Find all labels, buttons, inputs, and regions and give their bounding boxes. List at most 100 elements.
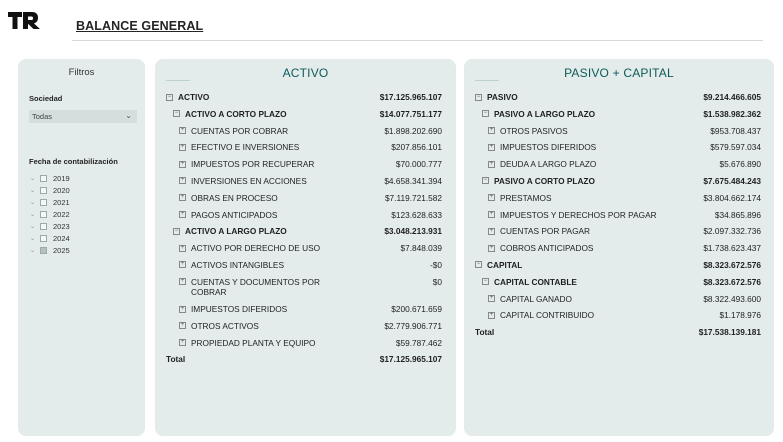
expand-icon[interactable]: + <box>179 278 186 286</box>
matrix-row: − PASIVO $9.214.466.605 <box>475 92 761 103</box>
row-value: $34.865.896 <box>714 209 761 220</box>
expand-icon[interactable]: + <box>179 211 186 219</box>
tr-logo-icon <box>8 12 40 29</box>
row-label: CAPITAL CONTRIBUIDO <box>500 310 595 321</box>
expand-icon[interactable]: + <box>179 322 186 330</box>
expand-icon[interactable]: + <box>488 295 495 303</box>
expand-icon[interactable]: + <box>488 211 495 219</box>
row-value: $14.077.751.177 <box>379 108 442 119</box>
matrix-row: − PASIVO A CORTO PLAZO $7.675.484.243 <box>475 176 761 187</box>
row-label: ACTIVO A LARGO PLAZO <box>185 226 287 237</box>
matrix-row: + OBRAS EN PROCESO $7.119.721.582 <box>166 193 442 204</box>
row-label: PASIVO <box>487 92 518 102</box>
chevron-down-icon[interactable]: ⌄ <box>30 175 40 182</box>
expand-icon[interactable]: + <box>179 244 186 252</box>
row-value: $3.048.213.931 <box>384 226 442 237</box>
row-value: $200.671.659 <box>391 304 442 315</box>
matrix-row: + DEUDA A LARGO PLAZO $5.676.890 <box>475 159 761 170</box>
chevron-down-icon[interactable]: ⌄ <box>30 211 40 218</box>
collapse-icon[interactable]: − <box>166 93 173 101</box>
expand-icon[interactable]: + <box>179 160 186 168</box>
row-value: $1.538.982.362 <box>703 108 761 119</box>
matrix-row: + ACTIVO POR DERECHO DE USO $7.848.039 <box>166 243 442 254</box>
expand-icon[interactable]: + <box>179 305 186 313</box>
expand-icon[interactable]: + <box>179 194 186 202</box>
row-value: $70.000.777 <box>395 159 442 170</box>
matrix-row: + CAPITAL CONTRIBUIDO $1.178.976 <box>475 310 761 321</box>
collapse-icon[interactable]: − <box>482 278 489 286</box>
matrix-row: − CAPITAL CONTABLE $8.323.672.576 <box>475 277 761 288</box>
title-divider <box>72 40 763 41</box>
activo-title: ACTIVO <box>282 66 329 80</box>
collapse-icon[interactable]: − <box>475 261 482 269</box>
year-option-2020[interactable]: ⌄ 2020 <box>30 184 70 196</box>
year-checkbox[interactable] <box>40 246 47 254</box>
year-option-2019[interactable]: ⌄ 2019 <box>30 172 70 184</box>
year-checkbox[interactable] <box>40 210 47 218</box>
expand-icon[interactable]: + <box>488 127 495 135</box>
row-value: $0 <box>432 276 442 287</box>
row-value: $1.738.623.437 <box>703 243 761 254</box>
expand-icon[interactable]: + <box>488 194 495 202</box>
year-checkbox[interactable] <box>40 174 47 182</box>
matrix-row: + CUENTAS Y DOCUMENTOS POR COBRAR $0 <box>166 277 442 298</box>
expand-icon[interactable]: + <box>179 127 186 135</box>
collapse-icon[interactable]: − <box>475 93 482 101</box>
collapse-icon[interactable]: − <box>173 227 180 235</box>
sociedad-dropdown[interactable]: Todas ⌄ <box>29 110 137 123</box>
row-label: INVERSIONES EN ACCIONES <box>191 175 307 186</box>
expand-icon[interactable]: + <box>488 160 495 168</box>
collapse-icon[interactable]: − <box>482 110 489 118</box>
chevron-down-icon[interactable]: ⌄ <box>30 199 40 206</box>
panel-divider <box>475 80 499 81</box>
chevron-down-icon[interactable]: ⌄ <box>30 235 40 242</box>
expand-icon[interactable]: + <box>488 227 495 235</box>
expand-icon[interactable]: + <box>488 311 495 319</box>
row-label: OBRAS EN PROCESO <box>191 192 278 203</box>
matrix-row: + ACTIVOS INTANGIBLES -$0 <box>166 260 442 271</box>
year-checkbox[interactable] <box>40 186 47 194</box>
row-value: $4.658.341.394 <box>384 175 442 186</box>
year-option-2022[interactable]: ⌄ 2022 <box>30 208 70 220</box>
filters-panel: Filtros Sociedad Todas ⌄ Fecha de contab… <box>18 59 145 436</box>
row-value: $9.214.466.605 <box>703 92 761 102</box>
year-option-2021[interactable]: ⌄ 2021 <box>30 196 70 208</box>
filters-title: Filtros <box>68 67 95 78</box>
matrix-row: + IMPUESTOS Y DERECHOS POR PAGAR $34.865.8… <box>475 210 761 221</box>
year-option-2024[interactable]: ⌄ 2024 <box>30 232 70 244</box>
chevron-down-icon[interactable]: ⌄ <box>30 247 40 254</box>
chevron-down-icon[interactable]: ⌄ <box>30 187 40 194</box>
row-label: CAPITAL CONTABLE <box>494 276 577 287</box>
expand-icon[interactable]: + <box>488 244 495 252</box>
row-value: $1.178.976 <box>719 310 761 321</box>
collapse-icon[interactable]: − <box>173 110 180 118</box>
year-checkbox[interactable] <box>40 198 47 206</box>
matrix-row: − PASIVO A LARGO PLAZO $1.538.982.362 <box>475 109 761 120</box>
row-label: CUENTAS Y DOCUMENTOS POR COBRAR <box>191 276 320 298</box>
matrix-row: + CUENTAS POR PAGAR $2.097.332.736 <box>475 226 761 237</box>
row-value: $8.323.672.576 <box>703 276 761 287</box>
year-checkbox[interactable] <box>40 222 47 230</box>
row-label: COBROS ANTICIPADOS <box>500 243 594 254</box>
year-option-2023[interactable]: ⌄ 2023 <box>30 220 70 232</box>
row-label: CAPITAL <box>487 259 523 270</box>
matrix-row: − ACTIVO $17.125.965.107 <box>166 92 442 103</box>
page-title: BALANCE GENERAL <box>76 19 204 33</box>
matrix-row: − ACTIVO A LARGO PLAZO $3.048.213.931 <box>166 226 442 237</box>
row-value: $3.804.662.174 <box>703 192 761 203</box>
expand-icon[interactable]: + <box>179 261 186 269</box>
row-value: $8.323.672.576 <box>703 259 761 270</box>
year-option-2025[interactable]: ⌄ 2025 <box>30 244 70 256</box>
chevron-down-icon[interactable]: ⌄ <box>30 223 40 230</box>
year-label: 2024 <box>53 233 70 243</box>
expand-icon[interactable]: + <box>179 339 186 347</box>
row-label: PROPIEDAD PLANTA Y EQUIPO <box>191 337 316 348</box>
expand-icon[interactable]: + <box>179 177 186 185</box>
year-checkbox[interactable] <box>40 234 47 242</box>
year-slicer-list: ⌄ 2019 ⌄ 2020 ⌄ 2021 ⌄ 2022 ⌄ 2023 ⌄ 2024 ⌄ 2025 <box>30 172 70 256</box>
collapse-icon[interactable]: − <box>482 177 489 185</box>
expand-icon[interactable]: + <box>488 143 495 151</box>
chevron-down-icon: ⌄ <box>125 111 132 120</box>
row-label: CAPITAL GANADO <box>500 293 572 304</box>
expand-icon[interactable]: + <box>179 143 186 151</box>
